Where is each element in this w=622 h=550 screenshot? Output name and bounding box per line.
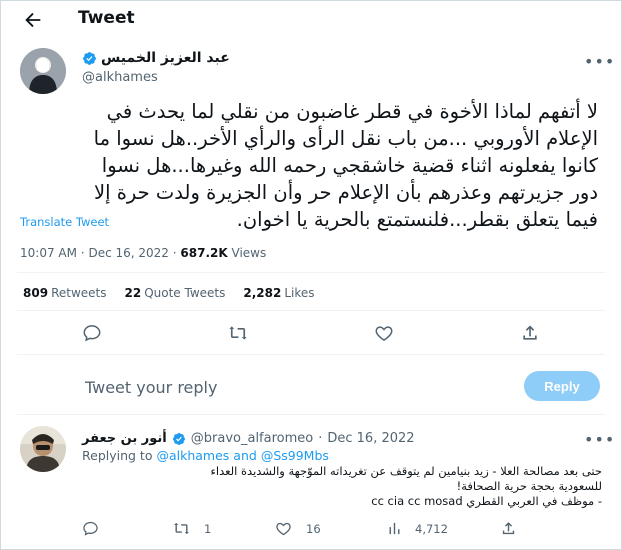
tweet-line: الإعلام الأوروبي ...من باب نقل الرأى وال…	[93, 127, 598, 150]
author-name-row: عبد العزيز الخميس	[82, 50, 230, 66]
heart-icon[interactable]	[275, 520, 292, 537]
tweet-stats: 809 Retweets 22 Quote Tweets 2,282 Likes	[23, 286, 315, 300]
views-label: Views	[231, 246, 267, 260]
tweet-time[interactable]: 10:07 AM	[20, 246, 77, 260]
reply-action-views[interactable]: 4,712	[386, 520, 448, 537]
reply-action-retweet[interactable]: 1	[173, 520, 211, 537]
views-count: 687.2K	[180, 246, 228, 260]
tweet-meta: 10:07 AM · Dec 16, 2022 · 687.2K Views	[20, 246, 266, 260]
tweet-line: كانوا يفعلونه اثناء قضية خاشقجي رحمه الل…	[101, 154, 598, 177]
heart-icon[interactable]	[374, 323, 394, 343]
reply-separator: ·	[318, 431, 323, 446]
replying-user-link[interactable]: @alkhames	[156, 448, 229, 463]
translate-tweet-link[interactable]: Translate Tweet	[20, 215, 109, 229]
share-icon[interactable]	[520, 323, 540, 343]
quotes-label: Quote Tweets	[144, 286, 226, 300]
tweet-line: لا أتفهم لماذا الأخوة في قطر غاضبون من ن…	[106, 100, 598, 123]
reply-line: حتى بعد مصالحة العلا - زيد بنيامين لم يت…	[210, 464, 602, 478]
reply-action-share[interactable]	[500, 520, 517, 537]
quotes-stat[interactable]: 22 Quote Tweets	[125, 286, 226, 300]
reply-action-like[interactable]: 16	[275, 520, 321, 537]
reply-icon[interactable]	[82, 520, 99, 537]
more-icon[interactable]: •••	[584, 52, 615, 71]
replying-and[interactable]: and	[233, 448, 257, 463]
reply-views-count: 4,712	[415, 521, 448, 536]
replying-to: Replying to @alkhames and @Ss99Mbs	[82, 448, 329, 463]
tweet-date[interactable]: Dec 16, 2022	[88, 246, 168, 260]
arrow-left-icon[interactable]	[22, 9, 44, 31]
likes-stat[interactable]: 2,282 Likes	[243, 286, 314, 300]
divider	[17, 414, 605, 415]
author-avatar[interactable]	[20, 48, 66, 94]
replying-user-link[interactable]: @Ss99Mbs	[261, 448, 329, 463]
analytics-icon[interactable]	[386, 520, 403, 537]
reply-input[interactable]: Tweet your reply	[85, 378, 217, 397]
page-title: Tweet	[78, 8, 135, 28]
current-user-avatar	[20, 366, 66, 412]
more-icon[interactable]: •••	[584, 430, 615, 449]
retweets-label: Retweets	[51, 286, 107, 300]
replying-prefix: Replying to	[82, 448, 153, 463]
reply-author-handle[interactable]: @bravo_alfaromeo	[191, 431, 313, 446]
reply-line: للسعودية بحجة حرية الصحافة!	[456, 479, 602, 493]
reply-line: - موظف في العربي القطري cc cia cc mosad	[371, 494, 602, 508]
retweet-icon[interactable]	[173, 520, 190, 537]
reply-author-name[interactable]: أنور بن جعفر	[82, 431, 167, 446]
likes-label: Likes	[284, 286, 315, 300]
reply-icon[interactable]	[82, 323, 102, 343]
reply-button[interactable]: Reply	[524, 371, 600, 401]
divider	[17, 354, 605, 355]
share-icon[interactable]	[500, 520, 517, 537]
reply-date[interactable]: Dec 16, 2022	[327, 431, 414, 446]
reply-text: حتى بعد مصالحة العلا - زيد بنيامين لم يت…	[82, 464, 602, 509]
meta-separator: ·	[80, 246, 85, 260]
verified-badge-icon	[83, 51, 96, 65]
reply-author-avatar[interactable]	[20, 426, 66, 472]
author-handle[interactable]: @alkhames	[82, 70, 158, 85]
meta-separator: ·	[172, 246, 177, 260]
retweet-icon[interactable]	[228, 323, 248, 343]
author-name[interactable]: عبد العزيز الخميس	[101, 50, 230, 66]
verified-badge-icon	[172, 432, 185, 445]
tweet-line: دور جزيرتهم وعذرهم بأن الإعلام حر وأن ال…	[93, 181, 598, 204]
divider	[17, 272, 605, 273]
likes-count: 2,282	[243, 286, 282, 300]
reply-header: أنور بن جعفر @bravo_alfaromeo · Dec 16, …	[82, 431, 415, 446]
divider	[17, 310, 605, 311]
retweets-count: 809	[23, 286, 49, 300]
reply-retweet-count: 1	[204, 521, 212, 536]
reply-like-count: 16	[306, 521, 321, 536]
retweets-stat[interactable]: 809 Retweets	[23, 286, 107, 300]
reply-action-reply[interactable]	[82, 520, 99, 537]
tweet-text: لا أتفهم لماذا الأخوة في قطر غاضبون من ن…	[20, 98, 598, 233]
quotes-count: 22	[124, 286, 142, 300]
